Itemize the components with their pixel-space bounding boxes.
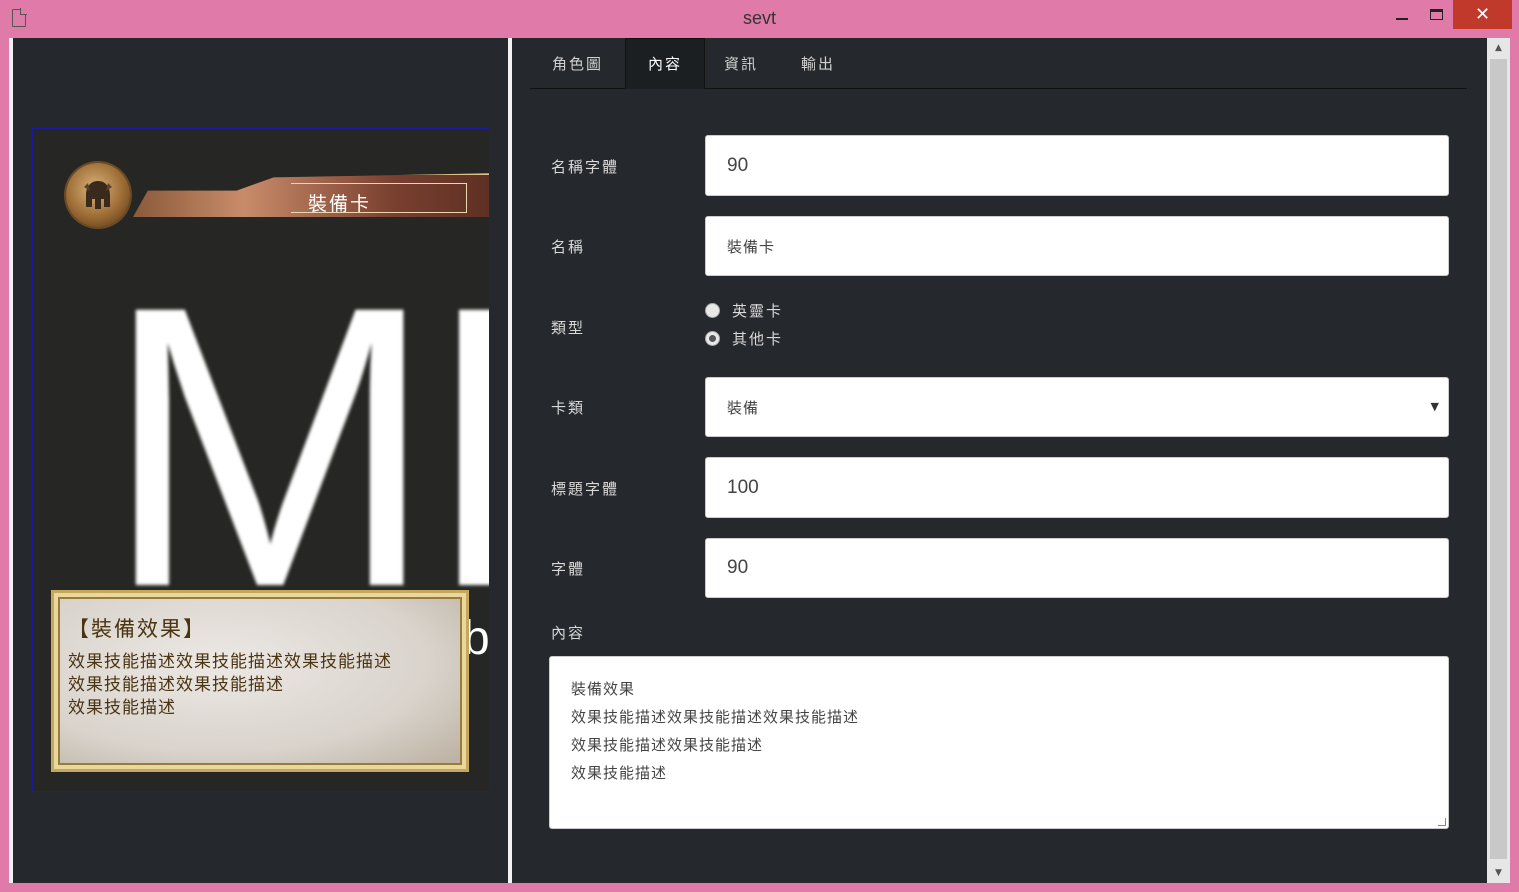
resize-grip-icon[interactable]	[1438, 818, 1446, 826]
card-category-select[interactable]: 裝備 ▼	[705, 377, 1449, 437]
tab-character-image[interactable]: 角色圖	[530, 38, 625, 89]
left-border	[9, 38, 13, 883]
card-effect-line: 效果技能描述	[68, 698, 176, 718]
title-bar: sevt ✕	[0, 0, 1519, 38]
tab-output[interactable]: 輸出	[779, 38, 857, 89]
font-input[interactable]: 90	[705, 538, 1449, 598]
name-input[interactable]: 裝備卡	[705, 216, 1449, 276]
card-preview: MP b 裝備卡 【裝備效果】 效果技能描述效果技能描述效果技能描述 效果技能描…	[32, 128, 490, 792]
window-title: sevt	[742, 8, 776, 28]
close-icon: ✕	[1474, 4, 1491, 25]
scroll-thumb[interactable]	[1490, 59, 1507, 859]
title-font-label: 標題字體	[551, 480, 620, 498]
radio-label: 其他卡	[732, 330, 784, 348]
scroll-up-icon[interactable]: ▲	[1487, 38, 1510, 58]
minimize-icon	[1396, 18, 1408, 20]
font-label: 字體	[551, 560, 586, 578]
card-effect-box: 【裝備效果】 效果技能描述效果技能描述效果技能描述 效果技能描述效果技能描述 效…	[51, 590, 469, 772]
tab-bar: 角色圖 內容 資訊 輸出	[530, 38, 1467, 89]
helmet-icon	[66, 163, 130, 227]
content-line: 效果技能描述效果技能描述	[571, 736, 764, 754]
tab-content[interactable]: 內容	[625, 38, 706, 89]
content-line: 效果技能描述效果技能描述效果技能描述	[571, 708, 860, 726]
radio-label: 英靈卡	[732, 302, 784, 320]
card-effect-lines: 效果技能描述效果技能描述效果技能描述 效果技能描述效果技能描述 效果技能描述	[68, 651, 392, 720]
radio-button[interactable]	[705, 303, 720, 318]
scroll-down-icon[interactable]: ▼	[1487, 863, 1510, 883]
card-effect-line: 效果技能描述效果技能描述效果技能描述	[68, 652, 392, 672]
maximize-icon	[1429, 8, 1443, 20]
content-line: 裝備效果	[571, 680, 636, 698]
radio-option-heroic[interactable]: 英靈卡	[705, 300, 783, 321]
content-textarea[interactable]: 裝備效果 效果技能描述效果技能描述效果技能描述 效果技能描述效果技能描述 效果技…	[549, 656, 1449, 829]
content-label: 內容	[551, 624, 586, 642]
card-background-text: MP	[103, 223, 489, 670]
card-effect-title: 【裝備效果】	[68, 617, 206, 641]
chevron-down-icon: ▼	[1430, 400, 1440, 413]
name-font-input[interactable]: 90	[705, 135, 1449, 196]
name-label: 名稱	[551, 238, 586, 256]
pane-splitter[interactable]	[508, 38, 512, 883]
close-button[interactable]: ✕	[1453, 0, 1512, 29]
minimize-button[interactable]	[1385, 0, 1419, 28]
card-name-text: 裝備卡	[308, 193, 372, 215]
radio-button[interactable]	[705, 331, 720, 346]
maximize-button[interactable]	[1420, 0, 1452, 28]
vertical-scrollbar[interactable]: ▲ ▼	[1487, 38, 1510, 883]
card-category-value: 裝備	[727, 398, 760, 417]
content-line: 效果技能描述	[571, 764, 668, 782]
type-label: 類型	[551, 319, 586, 337]
card-effect-line: 效果技能描述效果技能描述	[68, 675, 284, 695]
tab-info[interactable]: 資訊	[702, 38, 780, 89]
name-font-label: 名稱字體	[551, 158, 620, 176]
title-font-input[interactable]: 100	[705, 457, 1449, 518]
card-category-label: 卡類	[551, 399, 586, 417]
radio-option-other[interactable]: 其他卡	[705, 328, 783, 349]
